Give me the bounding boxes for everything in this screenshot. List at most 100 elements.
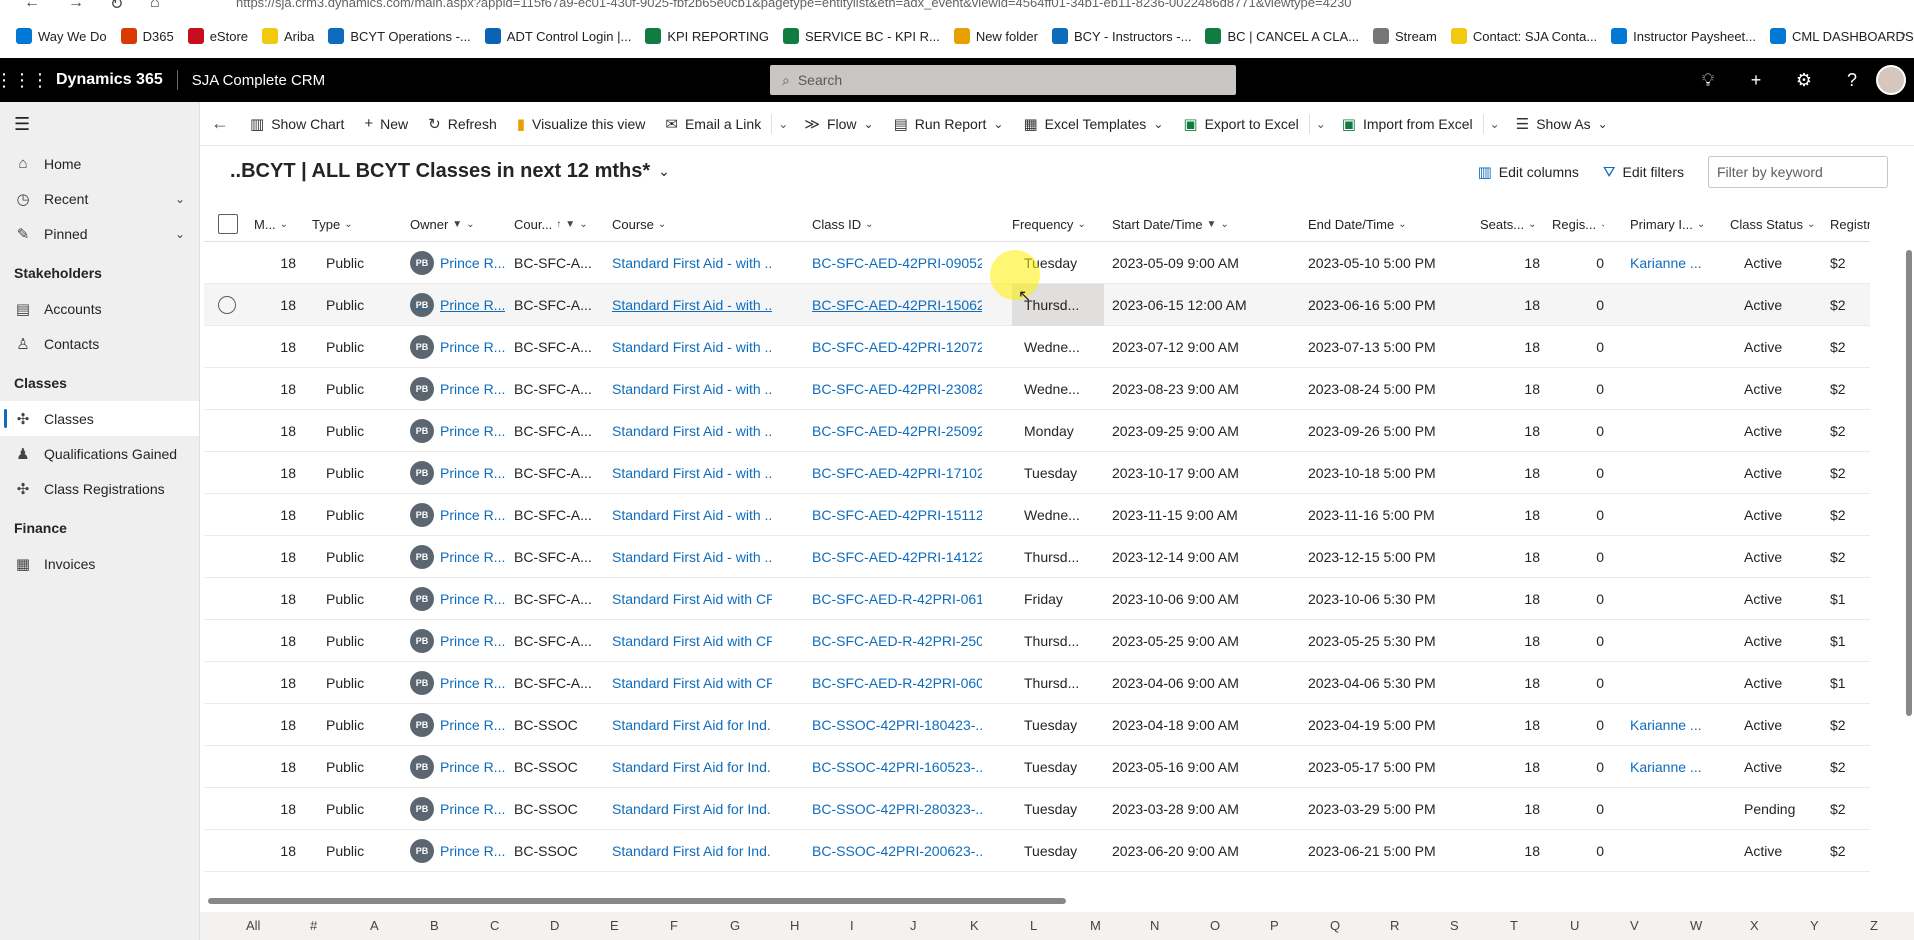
jump-letter[interactable]: D bbox=[550, 918, 559, 933]
col-header-status[interactable]: Class Status ⌄ bbox=[1730, 206, 1814, 242]
edit-filters-button[interactable]: ⛛ Edit filters bbox=[1603, 164, 1684, 181]
cell-owner[interactable]: PB Prince R... bbox=[410, 242, 512, 284]
table-row[interactable]: 18 Public PB Prince R... BC-SFC-A... Standard… bbox=[204, 368, 1870, 410]
cell-course[interactable]: Standard First Aid - with ... bbox=[612, 242, 772, 284]
bookmark-item[interactable]: eStore bbox=[184, 22, 258, 50]
cell-owner[interactable]: PB Prince R... bbox=[410, 746, 512, 788]
app-name[interactable]: Dynamics 365 bbox=[44, 71, 177, 89]
cell-course[interactable]: Standard First Aid - with ... bbox=[612, 284, 772, 326]
cell-primary[interactable]: Karianne ... bbox=[1630, 746, 1714, 788]
jump-letter[interactable]: C bbox=[490, 918, 499, 933]
visualize-button[interactable]: ▮ Visualize this view bbox=[507, 102, 656, 146]
cell-course[interactable]: Standard First Aid for Ind... bbox=[612, 830, 772, 872]
email-link-dropdown[interactable]: ⌄ bbox=[771, 113, 794, 134]
col-header-course[interactable]: Course ⌄ bbox=[612, 206, 772, 242]
user-avatar[interactable] bbox=[1876, 65, 1906, 95]
cell-primary[interactable]: Karianne ... bbox=[1630, 704, 1714, 746]
table-row[interactable]: 18 Public PB Prince R... BC-SSOC Standard Fir… bbox=[204, 830, 1870, 872]
col-header-m[interactable]: M... ⌄ bbox=[254, 206, 296, 242]
table-row[interactable]: 18 Public PB Prince R... BC-SFC-A... Standard… bbox=[204, 284, 1870, 326]
cell-owner[interactable]: PB Prince R... bbox=[410, 620, 512, 662]
cell-primary[interactable] bbox=[1630, 368, 1714, 410]
col-header-class-id[interactable]: Class ID ⌄ bbox=[812, 206, 982, 242]
cell-owner[interactable]: PB Prince R... bbox=[410, 830, 512, 872]
cell-class-id[interactable]: BC-SFC-AED-42PRI-17102... bbox=[812, 452, 982, 494]
cell-course[interactable]: Standard First Aid - with ... bbox=[612, 410, 772, 452]
cell-owner[interactable]: PB Prince R... bbox=[410, 704, 512, 746]
cell-course[interactable]: Standard First Aid - with ... bbox=[612, 368, 772, 410]
cell-owner[interactable]: PB Prince R... bbox=[410, 326, 512, 368]
cell-course[interactable]: Standard First Aid for Ind... bbox=[612, 746, 772, 788]
col-header-seats[interactable]: Seats... ⌄ bbox=[1480, 206, 1540, 242]
cell-course[interactable]: Standard First Aid with CP... bbox=[612, 662, 772, 704]
home-icon[interactable]: ⌂ bbox=[150, 0, 160, 12]
jump-letter[interactable]: M bbox=[1090, 918, 1101, 933]
sub-app-name[interactable]: SJA Complete CRM bbox=[178, 72, 325, 89]
col-header-regis[interactable]: Regis...⌄ bbox=[1552, 206, 1604, 242]
view-selector[interactable]: ..BCYT | ALL BCYT Classes in next 12 mth… bbox=[230, 160, 670, 183]
export-excel-dropdown[interactable]: ⌄ bbox=[1308, 113, 1332, 134]
bookmark-item[interactable]: BCYT Operations -... bbox=[324, 22, 480, 50]
table-row[interactable]: 18 Public PB Prince R... BC-SFC-A... Standard… bbox=[204, 452, 1870, 494]
table-row[interactable]: 18 Public PB Prince R... BC-SFC-A... Standard… bbox=[204, 326, 1870, 368]
jump-letter[interactable]: Y bbox=[1810, 918, 1819, 933]
cell-course[interactable]: Standard First Aid - with ... bbox=[612, 494, 772, 536]
jump-letter[interactable]: U bbox=[1570, 918, 1579, 933]
cell-course[interactable]: Standard First Aid for Ind... bbox=[612, 788, 772, 830]
table-row[interactable]: 18 Public PB Prince R... BC-SFC-A... Standard… bbox=[204, 620, 1870, 662]
bookmark-item[interactable]: Instructor Paysheet... bbox=[1607, 22, 1766, 50]
col-header-frequency[interactable]: Frequency ⌄ bbox=[1012, 206, 1104, 242]
hamburger-icon[interactable]: ☰ bbox=[0, 102, 199, 146]
sidebar-item-classes[interactable]: ✣ Classes bbox=[0, 401, 199, 436]
cell-class-id[interactable]: BC-SFC-AED-R-42PRI-061... bbox=[812, 578, 982, 620]
col-header-primary[interactable]: Primary I... ⌄ bbox=[1630, 206, 1714, 242]
cell-primary[interactable] bbox=[1630, 410, 1714, 452]
jump-letter[interactable]: X bbox=[1750, 918, 1759, 933]
jump-letter[interactable]: O bbox=[1210, 918, 1220, 933]
search-input[interactable]: ⌕ Search bbox=[770, 65, 1236, 95]
forward-icon[interactable]: → bbox=[68, 0, 84, 12]
cell-owner[interactable]: PB Prince R... bbox=[410, 494, 512, 536]
jump-letter[interactable]: F bbox=[670, 918, 678, 933]
bookmark-item[interactable]: BCY - Instructors -... bbox=[1048, 22, 1202, 50]
bookmark-item[interactable]: D365 bbox=[117, 22, 184, 50]
jump-letter[interactable]: W bbox=[1690, 918, 1702, 933]
cell-primary[interactable] bbox=[1630, 662, 1714, 704]
gear-icon[interactable]: ⚙ bbox=[1780, 58, 1828, 102]
flow-button[interactable]: ≫ Flow ⌄ bbox=[794, 102, 883, 146]
col-header-course-code[interactable]: Cour... ↑ ▼ ⌄ bbox=[514, 206, 594, 242]
cell-class-id[interactable]: BC-SSOC-42PRI-180423-... bbox=[812, 704, 982, 746]
run-report-button[interactable]: ▤ Run Report ⌄ bbox=[884, 102, 1014, 146]
cell-class-id[interactable]: BC-SFC-AED-R-42PRI-250... bbox=[812, 620, 982, 662]
sidebar-item-accounts[interactable]: ▤ Accounts bbox=[0, 291, 199, 326]
table-row[interactable]: 18 Public PB Prince R... BC-SSOC Standard Fir… bbox=[204, 788, 1870, 830]
col-header-end[interactable]: End Date/Time ⌄ bbox=[1308, 206, 1468, 242]
cell-course[interactable]: Standard First Aid with CP... bbox=[612, 620, 772, 662]
bookmark-item[interactable]: Way We Do bbox=[12, 22, 117, 50]
cell-primary[interactable] bbox=[1630, 452, 1714, 494]
jump-letter[interactable]: All bbox=[246, 918, 260, 933]
cell-class-id[interactable]: BC-SSOC-42PRI-280323-... bbox=[812, 788, 982, 830]
export-excel-button[interactable]: ▣ Export to Excel bbox=[1173, 102, 1308, 146]
bookmark-item[interactable]: KPI REPORTING bbox=[641, 22, 779, 50]
cell-class-id[interactable]: BC-SFC-AED-42PRI-25092... bbox=[812, 410, 982, 452]
cell-class-id[interactable]: BC-SFC-AED-R-42PRI-060... bbox=[812, 662, 982, 704]
show-chart-button[interactable]: ▥ Show Chart bbox=[240, 102, 354, 146]
cell-primary[interactable] bbox=[1630, 326, 1714, 368]
cell-class-id[interactable]: BC-SFC-AED-42PRI-09052... bbox=[812, 242, 982, 284]
sidebar-item-contacts[interactable]: ♙ Contacts bbox=[0, 326, 199, 361]
bookmark-item[interactable]: CML DASHBOARDS bbox=[1766, 22, 1914, 50]
cell-owner[interactable]: PB Prince R... bbox=[410, 788, 512, 830]
jump-letter[interactable]: L bbox=[1030, 918, 1037, 933]
table-row[interactable]: 18 Public PB Prince R... BC-SFC-A... Standard… bbox=[204, 410, 1870, 452]
jump-letter[interactable]: R bbox=[1390, 918, 1399, 933]
cell-class-id[interactable]: BC-SSOC-42PRI-160523-... bbox=[812, 746, 982, 788]
cell-class-id[interactable]: BC-SFC-AED-42PRI-15062... bbox=[812, 284, 982, 326]
bookmark-item[interactable]: ADT Control Login |... bbox=[481, 22, 642, 50]
filter-keyword-input[interactable]: Filter by keyword bbox=[1708, 156, 1888, 188]
app-launcher-icon[interactable]: ⋮⋮⋮ bbox=[0, 58, 49, 102]
jump-letter[interactable]: I bbox=[850, 918, 854, 933]
jump-letter[interactable]: A bbox=[370, 918, 379, 933]
lightbulb-icon[interactable]: 💡︎ bbox=[1684, 58, 1732, 102]
jump-letter[interactable]: H bbox=[790, 918, 799, 933]
